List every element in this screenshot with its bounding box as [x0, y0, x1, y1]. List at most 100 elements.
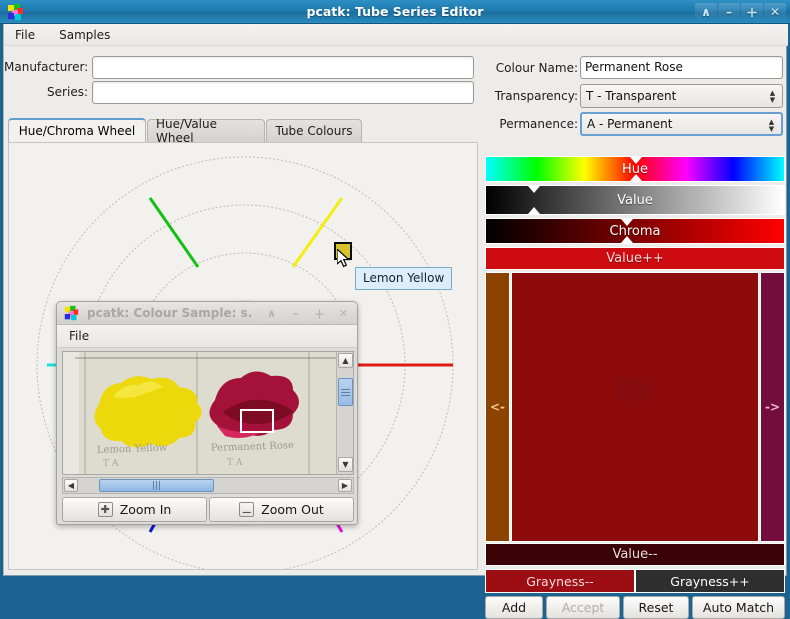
- hue-marker-bottom[interactable]: [630, 174, 642, 181]
- scroll-right-icon[interactable]: ▶: [338, 479, 352, 492]
- permanence-select[interactable]: A - Permanent ▲ ▼: [580, 112, 783, 136]
- plus-icon: ✚: [97, 502, 113, 517]
- manufacturer-label: Manufacturer:: [4, 60, 89, 74]
- horizontal-scrollbar[interactable]: ◀ ▶: [62, 477, 354, 494]
- permanence-label: Permanence:: [499, 117, 578, 131]
- vertical-scrollbar[interactable]: ▲ ▼: [336, 352, 353, 474]
- zoom-in-label: Zoom In: [119, 502, 172, 517]
- application-window: pcatk: Tube Series Editor ∧ – ＋ ✕ File S…: [0, 0, 790, 619]
- close-button[interactable]: ✕: [764, 3, 786, 21]
- transparency-label: Transparency:: [494, 89, 578, 103]
- window-titlebar[interactable]: pcatk: Tube Series Editor ∧ – ＋ ✕: [0, 0, 790, 24]
- value-marker-bottom[interactable]: [528, 207, 540, 214]
- dialog-title: pcatk: Colour Sample: s.: [87, 306, 253, 320]
- chroma-marker-bottom[interactable]: [621, 236, 633, 243]
- sample-image-viewport[interactable]: Lemon Yellow T A Permanent Rose T A ▲ ▼: [62, 351, 354, 475]
- maximize-button[interactable]: ＋: [741, 3, 763, 21]
- right-arrow-label: ->: [764, 400, 781, 414]
- manufacturer-input[interactable]: [92, 55, 474, 79]
- add-button[interactable]: Add: [485, 596, 543, 619]
- mouse-cursor: [337, 249, 351, 269]
- current-colour-swatch[interactable]: [511, 272, 759, 542]
- colour-name-label: Colour Name:: [495, 61, 578, 75]
- menu-file[interactable]: File: [12, 27, 38, 43]
- dialog-menu-file[interactable]: File: [66, 328, 92, 344]
- grayness-decrease-button[interactable]: Grayness--: [485, 569, 635, 593]
- zoom-out-label: Zoom Out: [261, 502, 324, 517]
- tab-bar: Hue/Chroma Wheel Hue/Value Wheel Tube Co…: [8, 117, 478, 145]
- close-button[interactable]: ✕: [332, 305, 355, 322]
- target-colour-patch: [616, 379, 652, 401]
- dialog-menubar: File: [57, 325, 357, 348]
- tab-tube-colours[interactable]: Tube Colours: [266, 119, 362, 142]
- left-arrow-label: <-: [489, 400, 506, 414]
- accept-label: Accept: [561, 600, 605, 615]
- grayness-increase-label: Grayness++: [670, 573, 750, 589]
- sample-photo[interactable]: Lemon Yellow T A Permanent Rose T A: [63, 352, 336, 474]
- value-marker-top[interactable]: [528, 186, 540, 193]
- tab-hue-chroma-wheel[interactable]: Hue/Chroma Wheel: [8, 118, 146, 142]
- svg-text:T A: T A: [227, 458, 243, 468]
- window-controls: ∧ – ＋ ✕: [695, 3, 786, 21]
- reset-label: Reset: [638, 600, 674, 615]
- reset-button[interactable]: Reset: [623, 596, 689, 619]
- hue-slider[interactable]: Hue: [485, 156, 785, 182]
- svg-text:T A: T A: [103, 459, 119, 469]
- hue-rotate-right-button[interactable]: ->: [760, 272, 785, 542]
- accept-button: Accept: [546, 596, 620, 619]
- menubar: File Samples: [4, 24, 788, 46]
- value-slider[interactable]: Value: [485, 185, 785, 215]
- colour-name-input[interactable]: Permanent Rose: [580, 56, 783, 79]
- series-row: Series:: [4, 80, 478, 104]
- shade-button[interactable]: ∧: [260, 305, 283, 322]
- zoom-out-button[interactable]: ⚊ Zoom Out: [209, 497, 354, 522]
- chevron-updown-icon: ▲ ▼: [769, 88, 776, 104]
- hue-marker-top[interactable]: [630, 157, 642, 164]
- menu-samples[interactable]: Samples: [56, 27, 113, 43]
- scroll-up-icon[interactable]: ▲: [338, 353, 353, 368]
- minimize-button[interactable]: –: [718, 3, 740, 21]
- permanence-value: A - Permanent: [587, 117, 673, 131]
- minus-icon: ⚊: [239, 502, 255, 517]
- scroll-down-icon[interactable]: ▼: [338, 457, 353, 472]
- hue-rotate-left-button[interactable]: <-: [485, 272, 510, 542]
- grip-icon: [341, 388, 350, 396]
- dialog-titlebar[interactable]: pcatk: Colour Sample: s. ∧ – ＋ ✕: [57, 302, 357, 325]
- palette-icon: [63, 305, 80, 322]
- tab-label: Tube Colours: [275, 124, 353, 138]
- minimize-button[interactable]: –: [284, 305, 307, 322]
- value-increase-label: Value++: [606, 251, 664, 266]
- right-panel: Colour Name: Permanent Rose Transparency…: [482, 46, 788, 619]
- maximize-button[interactable]: ＋: [308, 305, 331, 322]
- series-input[interactable]: [92, 80, 474, 104]
- window-body: File Samples Manufacturer: Series: Hue/C…: [3, 24, 788, 619]
- series-label: Series:: [47, 85, 88, 99]
- horizontal-scrollbar-thumb[interactable]: [99, 479, 214, 492]
- tab-label: Hue/Chroma Wheel: [18, 124, 136, 138]
- scroll-left-icon[interactable]: ◀: [64, 479, 78, 492]
- vertical-scrollbar-thumb[interactable]: [338, 378, 353, 406]
- colour-swatch-area: <- ->: [485, 272, 785, 542]
- chroma-label: Chroma: [609, 223, 661, 239]
- auto-match-button[interactable]: Auto Match: [692, 596, 785, 619]
- tab-hue-value-wheel[interactable]: Hue/Value Wheel: [147, 117, 265, 145]
- zoom-in-button[interactable]: ✚ Zoom In: [62, 497, 207, 522]
- transparency-value: T - Transparent: [586, 89, 677, 103]
- shade-button[interactable]: ∧: [695, 3, 717, 21]
- transparency-select[interactable]: T - Transparent ▲ ▼: [580, 84, 783, 108]
- value-decrease-button[interactable]: Value--: [485, 543, 785, 566]
- colour-sample-dialog[interactable]: pcatk: Colour Sample: s. ∧ – ＋ ✕ File Le…: [56, 301, 358, 525]
- grip-icon: [153, 481, 160, 490]
- value-decrease-label: Value--: [612, 547, 658, 562]
- window-title: pcatk: Tube Series Editor: [306, 4, 484, 19]
- dialog-window-controls: ∧ – ＋ ✕: [260, 305, 355, 322]
- chroma-slider[interactable]: Chroma: [485, 218, 785, 244]
- add-label: Add: [501, 600, 527, 615]
- grayness-increase-button[interactable]: Grayness++: [635, 569, 785, 593]
- value-increase-button[interactable]: Value++: [485, 247, 785, 270]
- auto-match-label: Auto Match: [702, 600, 775, 615]
- tab-label: Hue/Value Wheel: [156, 117, 218, 145]
- manufacturer-row: Manufacturer:: [4, 55, 478, 79]
- chevron-updown-icon: ▲ ▼: [768, 117, 775, 133]
- chroma-marker-top[interactable]: [621, 219, 633, 226]
